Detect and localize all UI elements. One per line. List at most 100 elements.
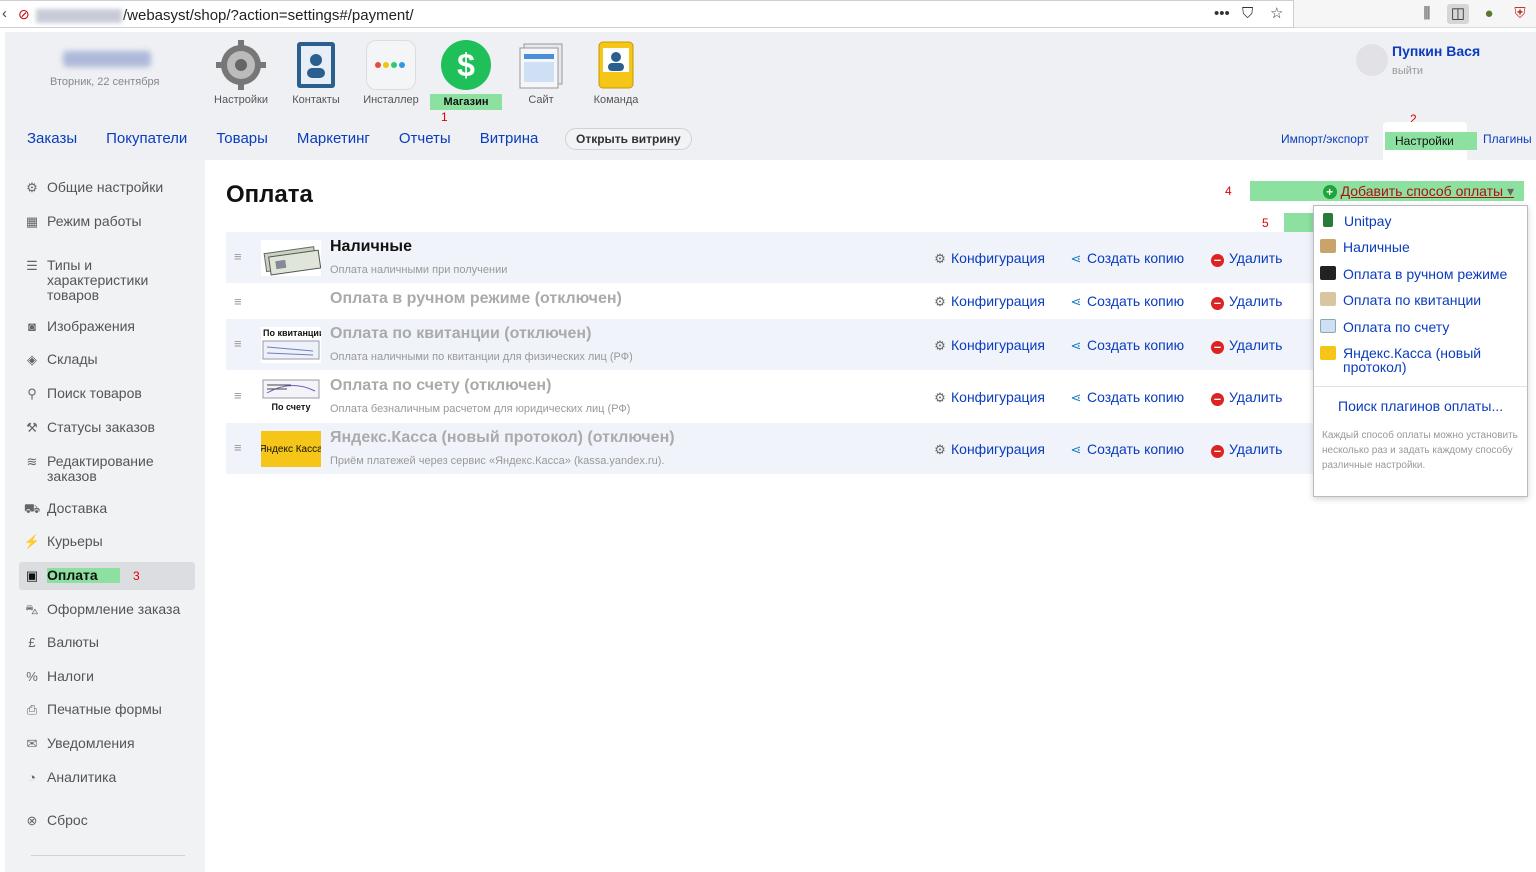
payment-desc: Приём платежей через сервис «Яндекс.Касс… (330, 455, 665, 467)
nav-marketing[interactable]: Маркетинг (297, 130, 370, 147)
sidebar-icon[interactable]: ◫ (1447, 4, 1469, 24)
insecure-lock-icon[interactable]: ⊘ (18, 6, 32, 22)
configure-link[interactable]: ⚙ Конфигурация (933, 337, 1045, 354)
dropdown-item-manual[interactable]: Оплата в ручном режиме (1320, 266, 1507, 282)
sidebar-item-reset[interactable]: ⊗ Сброс (23, 813, 88, 829)
gear-icon: ⚙ (934, 442, 946, 457)
payment-row: ≡ По счету Оплата по счету (отключен) Оп… (226, 371, 1316, 423)
copy-link[interactable]: ⋖ Создать копию (1069, 389, 1185, 406)
sidebar-item-payment[interactable]: ▣ Оплата (19, 562, 195, 590)
app-contacts[interactable]: Контакты (280, 40, 352, 106)
configure-link[interactable]: ⚙ Конфигурация (933, 441, 1045, 458)
sidebar-item-images[interactable]: ◙ Изображения (23, 319, 135, 335)
dropdown-item-cash[interactable]: Наличные (1320, 239, 1410, 255)
logout-link[interactable]: выйти (1392, 65, 1423, 77)
share-icon: ⋖ (1070, 442, 1082, 457)
more-dots-icon[interactable]: ••• (1214, 5, 1230, 23)
money-icon (1320, 266, 1336, 280)
nav-reports[interactable]: Отчеты (399, 130, 451, 147)
configure-link[interactable]: ⚙ Конфигурация (933, 250, 1045, 267)
sidebar-item-couriers[interactable]: ⚡ Курьеры (23, 534, 103, 550)
yandex-icon (1320, 346, 1336, 360)
drag-handle-icon[interactable]: ≡ (234, 440, 242, 455)
sidebar-item-checkout[interactable]: ⛍ Оформление заказа (23, 602, 180, 618)
avatar[interactable] (1356, 44, 1388, 76)
sidebar-divider (31, 855, 185, 856)
nav-plugins[interactable]: Плагины (1483, 132, 1532, 146)
shield-icon[interactable]: ⛨ (1509, 4, 1531, 24)
sidebar-item-shipping[interactable]: ⛟ Доставка (23, 501, 107, 517)
delete-link[interactable]: – Удалить (1211, 441, 1282, 458)
calendar-icon: ▦ (25, 214, 39, 229)
app-settings[interactable]: Настройки (205, 40, 277, 106)
dropdown-item-invoice[interactable]: Оплата по счету (1320, 319, 1449, 335)
delete-link[interactable]: – Удалить (1211, 337, 1282, 354)
contacts-icon (291, 40, 341, 90)
drag-handle-icon[interactable]: ≡ (234, 336, 242, 351)
share-icon: ⋖ (1070, 251, 1082, 266)
document-icon (1320, 319, 1336, 333)
bookmark-star-icon[interactable]: ☆ (1270, 5, 1283, 23)
app-site[interactable]: Сайт (505, 40, 577, 106)
library-icon[interactable]: ⫼ (1416, 4, 1438, 24)
url-bar[interactable]: ‹ ⊘ /webasyst/shop/?action=settings#/pay… (0, 0, 1294, 28)
pocket-icon[interactable]: ⛉ (1242, 5, 1253, 23)
sidebar-item-analytics[interactable]: ◔ Аналитика (23, 770, 116, 786)
account-name-blurred[interactable] (63, 51, 151, 67)
nav-customers[interactable]: Покупатели (106, 130, 187, 147)
sidebar-item-stocks[interactable]: ◈ Склады (23, 352, 98, 368)
delete-link[interactable]: – Удалить (1211, 250, 1282, 267)
payment-row: ≡ По квитанции Оплата по квитанции (откл… (226, 319, 1316, 371)
app-shop[interactable]: $ Магазин (430, 40, 502, 110)
sidebar-item-currencies[interactable]: £ Валюты (23, 635, 99, 651)
user-name-link[interactable]: Пупкин Вася (1392, 43, 1480, 59)
delete-link[interactable]: – Удалить (1211, 293, 1282, 310)
extension-icon[interactable]: ● (1478, 4, 1500, 24)
layers-icon: ≋ (26, 454, 38, 469)
sidebar-item-taxes[interactable]: % Налоги (23, 669, 94, 685)
delete-link[interactable]: – Удалить (1211, 389, 1282, 406)
sidebar-item-product-types[interactable]: ☰ Типы и характеристики товаров (23, 258, 173, 303)
delete-icon: – (1211, 296, 1224, 310)
sidebar-item-schedule[interactable]: ▦ Режим работы (23, 214, 142, 230)
tab-settings[interactable]: Настройки (1383, 122, 1477, 160)
url-text[interactable]: /webasyst/shop/?action=settings#/payment… (36, 7, 414, 24)
back-arrow-icon[interactable]: ‹ (2, 5, 7, 22)
nav-orders[interactable]: Заказы (27, 130, 77, 147)
copy-link[interactable]: ⋖ Создать копию (1069, 293, 1185, 310)
browser-toolbar: ‹ ⊘ /webasyst/shop/?action=settings#/pay… (0, 0, 1536, 28)
app-installer[interactable]: Инсталлер (355, 40, 427, 106)
drag-handle-icon[interactable]: ≡ (234, 388, 242, 403)
dropdown-item-yandex[interactable]: Яндекс.Касса (новый протокол) (1320, 346, 1520, 374)
annotation-4: 4 (1225, 184, 1232, 198)
nav-import-export[interactable]: Импорт/экспорт (1281, 132, 1369, 146)
wrench-icon: ⚒ (26, 420, 38, 435)
printer-icon: ⎙ (26, 702, 38, 717)
nav-storefront[interactable]: Витрина (480, 130, 539, 147)
configure-link[interactable]: ⚙ Конфигурация (933, 293, 1045, 310)
open-store-button[interactable]: Открыть витрину (565, 128, 692, 150)
dropdown-item-receipt[interactable]: Оплата по квитанции (1320, 292, 1481, 308)
payment-desc: Оплата наличными при получении (330, 264, 508, 276)
app-team[interactable]: Команда (580, 40, 652, 106)
nav-products[interactable]: Товары (216, 130, 268, 147)
list-icon: ☰ (26, 258, 38, 273)
drag-handle-icon[interactable]: ≡ (234, 249, 242, 264)
copy-link[interactable]: ⋖ Создать копию (1069, 441, 1185, 458)
drag-handle-icon[interactable]: ≡ (234, 294, 242, 309)
copy-link[interactable]: ⋖ Создать копию (1069, 337, 1185, 354)
configure-link[interactable]: ⚙ Конфигурация (933, 389, 1045, 406)
gear-icon (216, 40, 266, 90)
sidebar-item-notifications[interactable]: ✉ Уведомления (23, 736, 135, 752)
sidebar-item-printforms[interactable]: ⎙ Печатные формы (23, 702, 162, 718)
search-plugins-link[interactable]: Поиск плагинов оплаты... (1338, 398, 1503, 414)
sidebar-item-order-editing[interactable]: ≋ Редактирование заказов (23, 454, 173, 484)
sidebar-item-order-statuses[interactable]: ⚒ Статусы заказов (23, 420, 155, 436)
sidebar-item-search[interactable]: ⚲ Поиск товаров (23, 386, 142, 402)
runner-icon: ⚡ (23, 534, 41, 549)
sidebar-item-general[interactable]: ⚙ Общие настройки (23, 180, 163, 196)
add-payment-button[interactable]: + Добавить способ оплаты ▾ (1250, 181, 1524, 201)
phone-icon (1323, 213, 1333, 227)
dropdown-item-unitpay[interactable]: Unitpay (1320, 213, 1391, 229)
copy-link[interactable]: ⋖ Создать копию (1069, 250, 1185, 267)
